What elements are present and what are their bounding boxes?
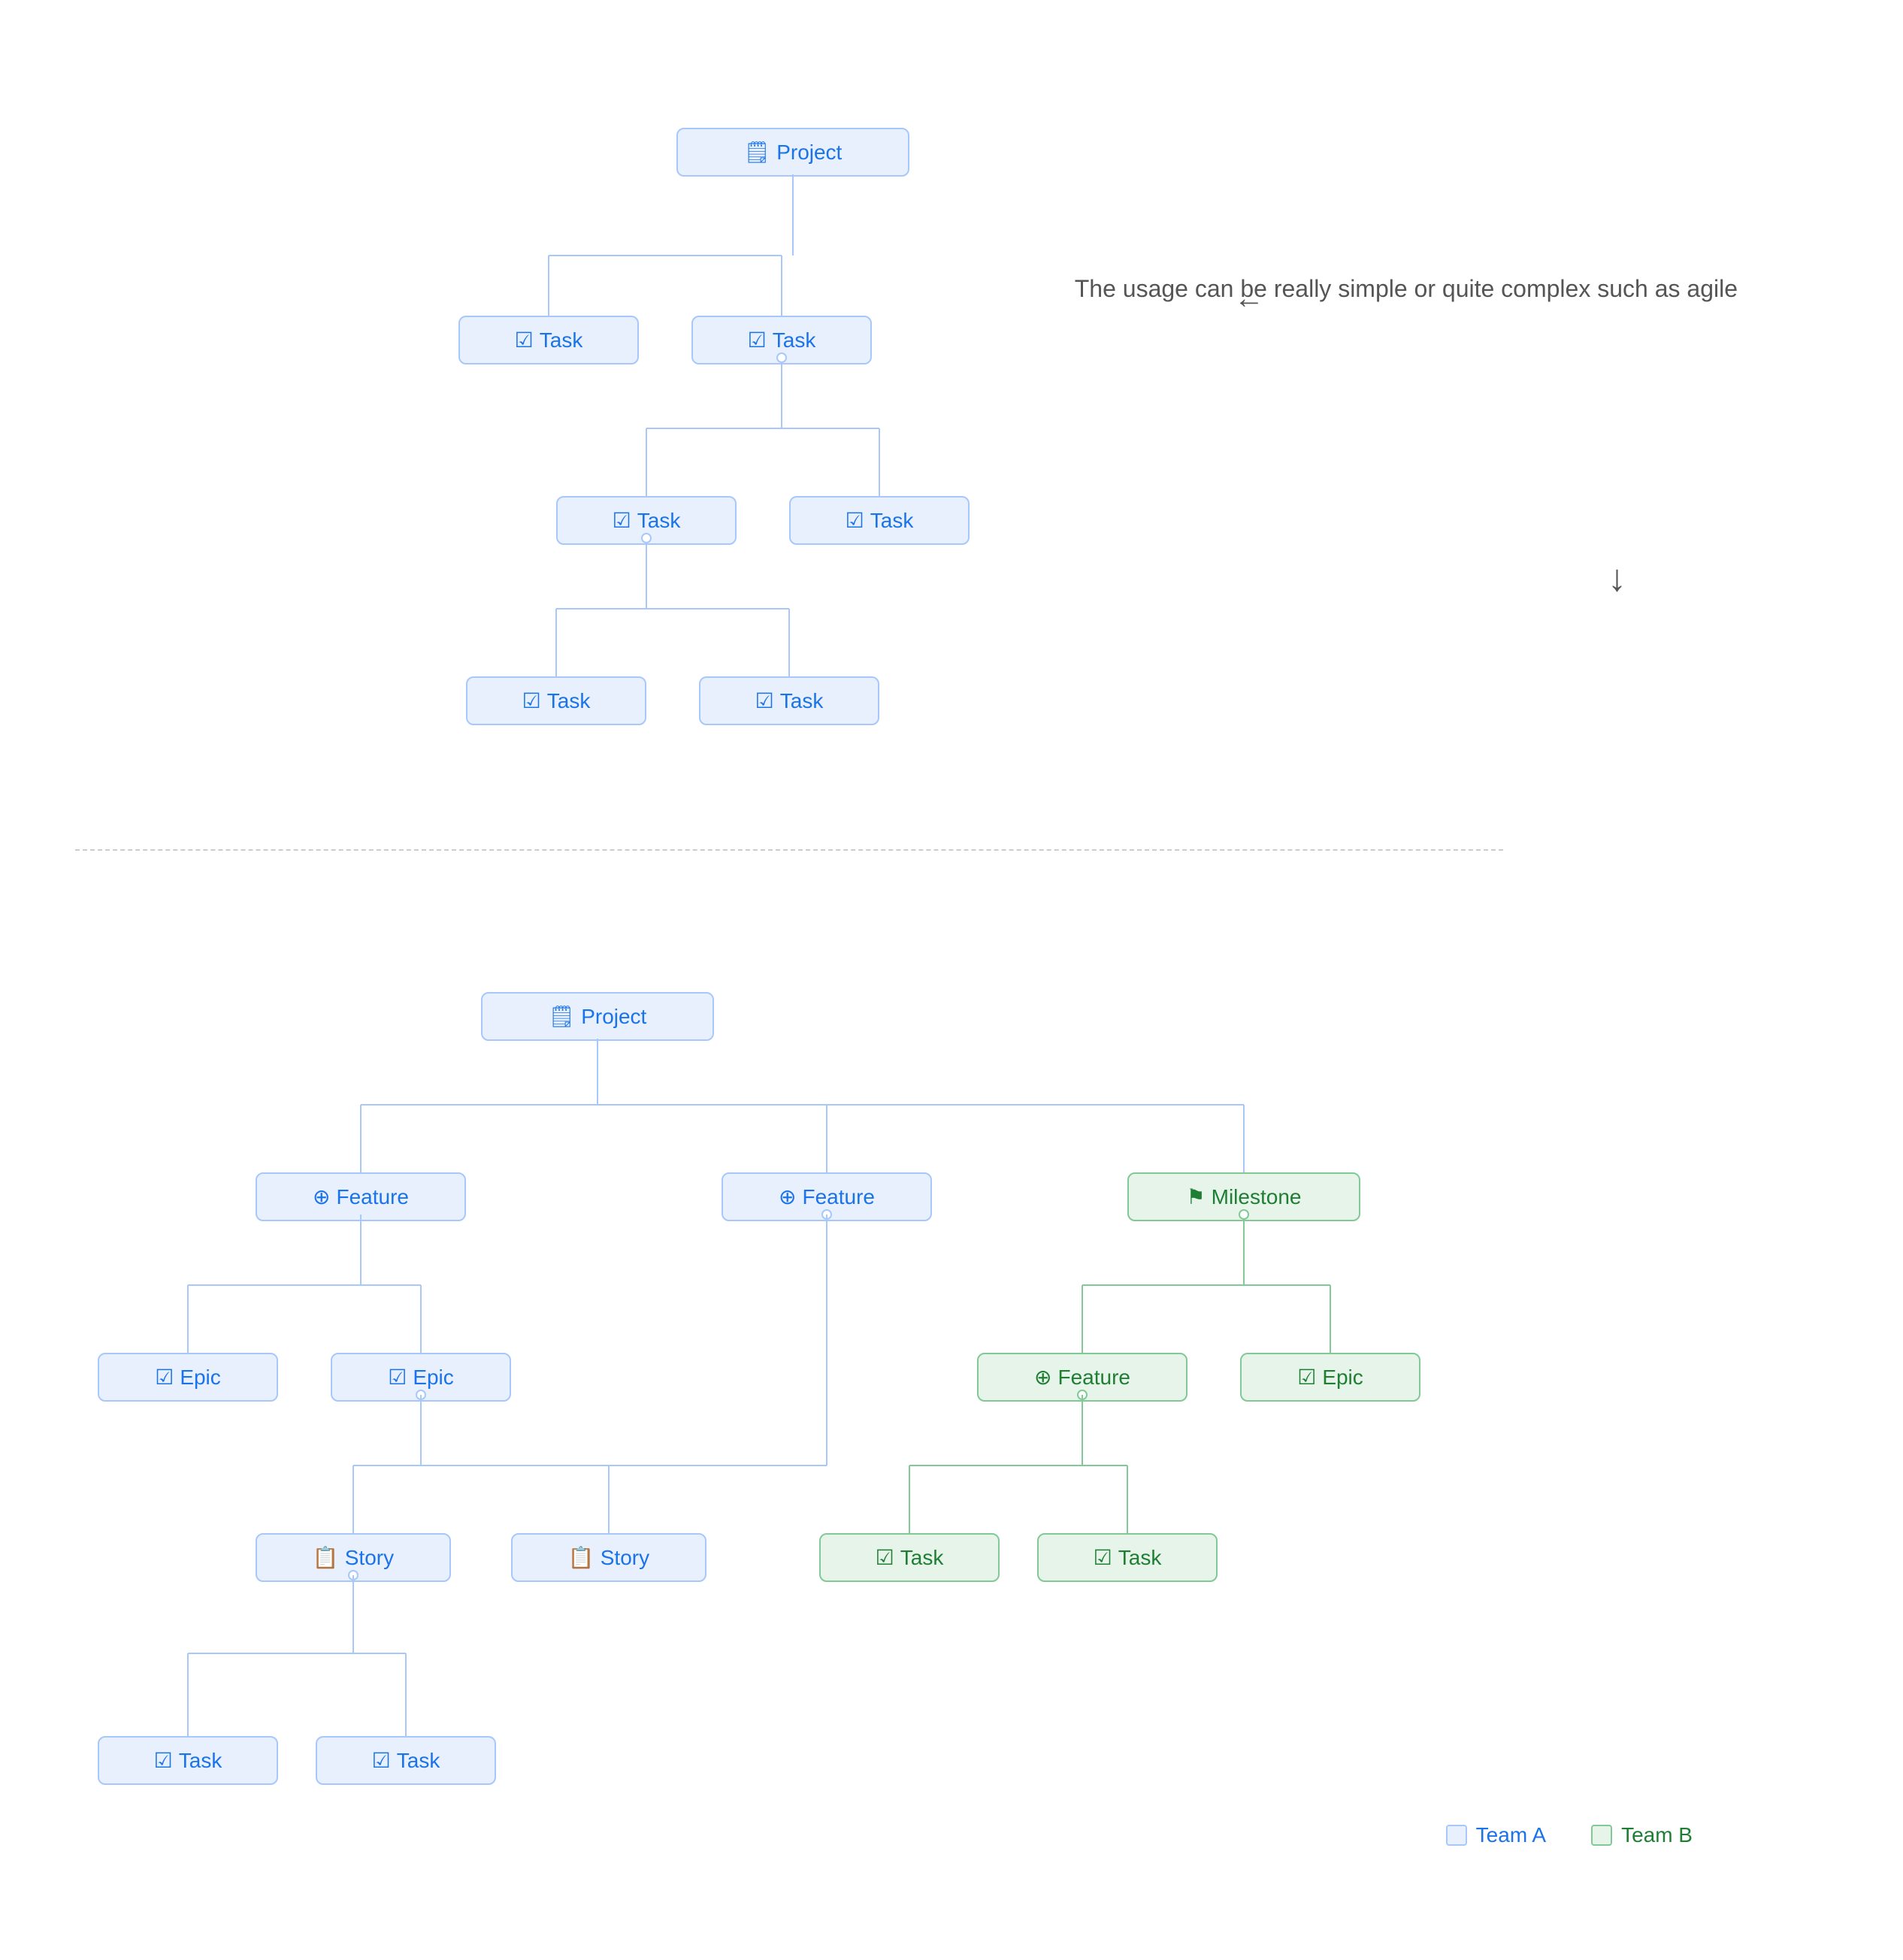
- section2-feature3-node: ⊕ Feature: [977, 1353, 1187, 1402]
- s2-task1-icon: ☑: [154, 1748, 173, 1773]
- arrow-down-icon: ↓: [1608, 556, 1626, 600]
- annotation-text: The usage can be really simple or quite …: [1075, 271, 1738, 307]
- s2-task3-label: Task: [900, 1546, 944, 1570]
- section2-epic3-node: ☑ Epic: [1240, 1353, 1420, 1402]
- task5-icon: ☑: [522, 688, 541, 713]
- task1-label: Task: [540, 328, 583, 352]
- section1-task3-node: ☑ Task: [556, 496, 737, 545]
- section-divider: [75, 849, 1503, 851]
- legend-team-b-box: [1591, 1825, 1612, 1846]
- section2-feature1-node: ⊕ Feature: [256, 1172, 466, 1221]
- section2-story1-node: 📋 Story: [256, 1533, 451, 1582]
- task6-icon: ☑: [755, 688, 774, 713]
- s2-feature2-label: Feature: [802, 1185, 875, 1209]
- s2-feature3-label: Feature: [1057, 1366, 1130, 1390]
- section1-task1-node: ☑ Task: [458, 316, 639, 364]
- section2-milestone-node: ⚑ Milestone: [1127, 1172, 1360, 1221]
- s2-milestone-icon: ⚑: [1187, 1184, 1206, 1209]
- s2-task2-label: Task: [397, 1749, 440, 1773]
- legend-team-b: Team B: [1591, 1823, 1693, 1847]
- task2-label: Task: [773, 328, 816, 352]
- section2-task3-node: ☑ Task: [819, 1533, 1000, 1582]
- s2-story2-icon: 📋: [568, 1545, 594, 1570]
- s2-epic2-icon: ☑: [388, 1365, 407, 1390]
- task2-icon: ☑: [748, 328, 767, 352]
- section2-project-node: 🗒 Project: [481, 992, 714, 1041]
- section2-epic2-node: ☑ Epic: [331, 1353, 511, 1402]
- s2-feature1-label: Feature: [336, 1185, 409, 1209]
- task4-icon: ☑: [846, 508, 864, 533]
- s2-epic2-label: Epic: [413, 1366, 453, 1390]
- section1-task6-node: ☑ Task: [699, 676, 879, 725]
- section2-task1-node: ☑ Task: [98, 1736, 278, 1785]
- legend-team-b-label: Team B: [1621, 1823, 1693, 1847]
- legend: Team A Team B: [1446, 1823, 1693, 1847]
- task3-icon: ☑: [613, 508, 631, 533]
- section2-task2-node: ☑ Task: [316, 1736, 496, 1785]
- s2-task4-icon: ☑: [1094, 1545, 1112, 1570]
- s2-feature2-icon: ⊕: [779, 1184, 796, 1209]
- task4-label: Task: [870, 509, 914, 533]
- s2-feature3-icon: ⊕: [1034, 1365, 1051, 1390]
- s2-story1-icon: 📋: [313, 1545, 339, 1570]
- section2-epic1-node: ☑ Epic: [98, 1353, 278, 1402]
- s2-epic3-icon: ☑: [1297, 1365, 1316, 1390]
- section2-feature2-node: ⊕ Feature: [722, 1172, 932, 1221]
- section1-task5-node: ☑ Task: [466, 676, 646, 725]
- s2-task2-icon: ☑: [372, 1748, 391, 1773]
- legend-team-a: Team A: [1446, 1823, 1546, 1847]
- section1-project-node: 🗒 Project: [676, 128, 909, 177]
- project-label: Project: [776, 141, 842, 165]
- legend-team-a-box: [1446, 1825, 1467, 1846]
- section2-task4-node: ☑ Task: [1037, 1533, 1218, 1582]
- legend-team-a-label: Team A: [1476, 1823, 1546, 1847]
- s2-story1-label: Story: [345, 1546, 394, 1570]
- s2-task1-label: Task: [179, 1749, 222, 1773]
- s2-project-label: Project: [581, 1005, 646, 1029]
- task3-label: Task: [637, 509, 681, 533]
- s2-feature1-icon: ⊕: [313, 1184, 330, 1209]
- s2-task3-icon: ☑: [876, 1545, 894, 1570]
- task6-label: Task: [780, 689, 824, 713]
- project-icon: 🗒: [744, 140, 771, 165]
- s2-project-icon: 🗒: [549, 1004, 576, 1029]
- s2-story2-label: Story: [601, 1546, 649, 1570]
- arrow-left-icon: ←: [1234, 282, 1264, 316]
- s2-milestone-label: Milestone: [1212, 1185, 1302, 1209]
- section1-task2-node: ☑ Task: [691, 316, 872, 364]
- s2-task4-label: Task: [1118, 1546, 1162, 1570]
- task5-label: Task: [547, 689, 591, 713]
- s2-epic3-label: Epic: [1322, 1366, 1363, 1390]
- section1-task4-node: ☑ Task: [789, 496, 970, 545]
- section2-story2-node: 📋 Story: [511, 1533, 706, 1582]
- s2-epic1-icon: ☑: [155, 1365, 174, 1390]
- task1-icon: ☑: [515, 328, 534, 352]
- s2-epic1-label: Epic: [180, 1366, 220, 1390]
